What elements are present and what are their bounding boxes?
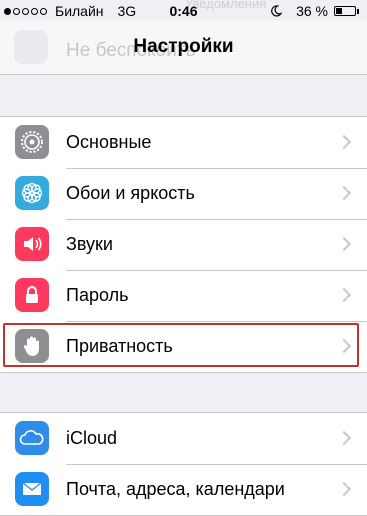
chevron-right-icon: [336, 236, 352, 252]
settings-row-wallpaper[interactable]: Обои и яркость: [0, 168, 367, 219]
battery-percent: 36 %: [296, 3, 328, 19]
chevron-right-icon: [336, 430, 352, 446]
battery-tip: [357, 8, 359, 14]
settings-row-general[interactable]: Основные: [0, 117, 367, 168]
settings-group-device: Основные Обои и яркость Звуки Пароль При…: [0, 116, 367, 373]
settings-row-mail[interactable]: Почта, адреса, календари: [0, 464, 367, 515]
battery-fill: [336, 8, 343, 14]
hand-icon: [15, 329, 49, 363]
settings-row-sounds[interactable]: Звуки: [0, 219, 367, 270]
flower-icon: [15, 176, 49, 210]
chevron-right-icon: [336, 134, 352, 150]
settings-row-privacy[interactable]: Приватность: [0, 321, 367, 372]
page-title: Настройки: [133, 36, 234, 57]
chevron-right-icon: [336, 338, 352, 354]
chevron-right-icon: [336, 185, 352, 201]
settings-row-label: Приватность: [66, 336, 173, 356]
settings-row-label: Почта, адреса, календари: [66, 479, 285, 499]
settings-row-label: iCloud: [66, 428, 118, 448]
status-right: 36 %: [270, 3, 359, 19]
settings-row-passcode[interactable]: Пароль: [0, 270, 367, 321]
moon-icon: [271, 5, 283, 17]
settings-group-accounts: iCloud Почта, адреса, календари: [0, 412, 367, 516]
settings-row-label: Обои и яркость: [66, 183, 195, 203]
settings-row-label: Звуки: [66, 234, 113, 254]
chevron-right-icon: [336, 481, 352, 497]
cloud-icon: [15, 421, 49, 455]
chevron-right-icon: [336, 287, 352, 303]
nav-divider: [0, 74, 367, 75]
battery-icon: [334, 6, 356, 16]
mail-icon: [15, 472, 49, 506]
settings-row-label: Основные: [66, 132, 152, 152]
settings-row-label: Пароль: [66, 285, 129, 305]
status-bar: Билайн 3G 0:46 36 %: [0, 0, 367, 22]
lock-icon: [15, 278, 49, 312]
gear-icon: [15, 125, 49, 159]
settings-row-icloud[interactable]: iCloud: [0, 413, 367, 464]
speaker-icon: [15, 227, 49, 261]
